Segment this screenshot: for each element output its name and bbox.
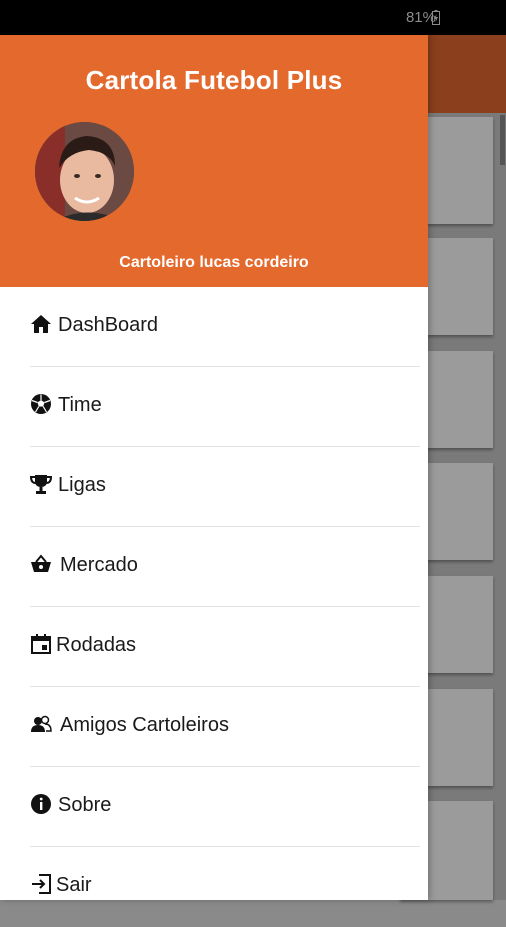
info-icon xyxy=(31,794,51,814)
menu-item-amigos-cartoleiros[interactable]: Amigos Cartoleiros xyxy=(0,687,428,767)
menu-item-label: Rodadas xyxy=(56,634,137,656)
trophy-icon xyxy=(30,475,52,494)
battery-charging-icon xyxy=(432,10,440,25)
menu-item-time[interactable]: Time xyxy=(0,367,428,447)
friends-icon xyxy=(31,715,52,732)
menu-item-dashboard[interactable]: DashBoard xyxy=(0,287,428,367)
menu-item-label: Sobre xyxy=(58,794,112,816)
basket-icon xyxy=(31,554,51,572)
calendar-icon xyxy=(31,634,51,654)
app-title: Cartola Futebol Plus xyxy=(85,65,343,95)
menu-item-mercado[interactable]: Mercado xyxy=(0,527,428,607)
drawer-menu: DashBoard Time Ligas Mercado Rodadas Ami… xyxy=(0,287,428,927)
menu-item-label: Time xyxy=(58,394,102,416)
scrollbar[interactable] xyxy=(500,115,505,165)
menu-item-label: Mercado xyxy=(60,554,138,576)
menu-item-label: DashBoard xyxy=(58,314,159,336)
drawer-header: Cartola Futebol Plus Cartoleiro lucas co… xyxy=(0,35,428,287)
menu-item-sobre[interactable]: Sobre xyxy=(0,767,428,847)
status-bar: 81% xyxy=(0,0,506,35)
menu-item-label: Amigos Cartoleiros xyxy=(60,714,229,736)
menu-item-sair[interactable]: Sair xyxy=(0,847,428,927)
home-icon xyxy=(31,315,51,333)
menu-item-label: Ligas xyxy=(58,474,106,496)
menu-item-label: Sair xyxy=(56,874,92,896)
soccer-ball-icon xyxy=(31,394,51,414)
menu-item-rodadas[interactable]: Rodadas xyxy=(0,607,428,687)
logout-icon xyxy=(32,874,51,894)
profile-photo xyxy=(35,122,134,221)
user-name: Cartoleiro lucas cordeiro xyxy=(119,254,309,271)
menu-item-ligas[interactable]: Ligas xyxy=(0,447,428,527)
avatar[interactable] xyxy=(35,122,134,221)
navigation-drawer: Cartola Futebol Plus Cartoleiro lucas co… xyxy=(0,35,428,900)
